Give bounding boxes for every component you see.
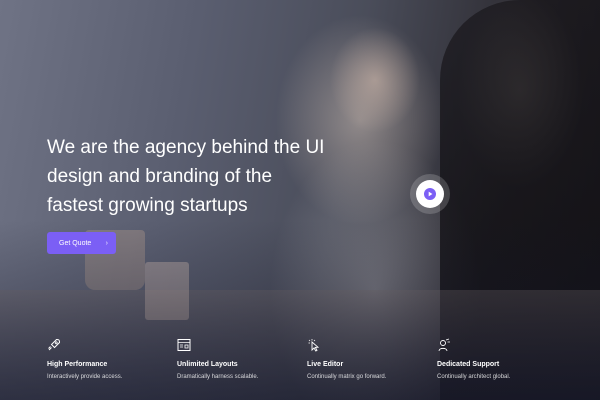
feature-item: Live Editor Continually matrix go forwar… (307, 338, 437, 382)
feature-item: Dedicated Support Continually architect … (437, 338, 567, 382)
layout-icon (177, 339, 191, 351)
headline-line: fastest growing startups (47, 195, 248, 216)
cursor-click-icon (308, 339, 320, 352)
hero-headline: We are the agency behind the UI design a… (47, 133, 347, 220)
get-quote-button[interactable]: Get Quote › (47, 232, 116, 254)
feature-description: Continually architect global. (437, 374, 511, 380)
features-row: High Performance Interactively provide a… (0, 338, 600, 388)
rocket-icon (48, 338, 61, 351)
chevron-right-icon: › (105, 239, 108, 247)
hero-section: We are the agency behind the UI design a… (0, 0, 600, 400)
feature-item: High Performance Interactively provide a… (47, 338, 177, 382)
play-video-button[interactable] (416, 180, 444, 208)
get-quote-label: Get Quote (59, 239, 92, 247)
support-agent-icon (438, 338, 450, 352)
feature-description: Dramatically harness scalable. (177, 374, 259, 380)
background-photo-cup (145, 262, 189, 320)
play-icon (424, 188, 436, 200)
feature-description: Continually matrix go forward. (307, 374, 387, 380)
feature-title: Live Editor (307, 361, 344, 368)
headline-line: design and branding of the (47, 166, 273, 187)
feature-title: Unlimited Layouts (177, 361, 238, 368)
feature-title: High Performance (47, 361, 108, 368)
headline-line: We are the agency behind the UI (47, 137, 325, 158)
feature-item: Unlimited Layouts Dramatically harness s… (177, 338, 307, 382)
feature-title: Dedicated Support (437, 361, 500, 368)
feature-description: Interactively provide access. (47, 374, 123, 380)
